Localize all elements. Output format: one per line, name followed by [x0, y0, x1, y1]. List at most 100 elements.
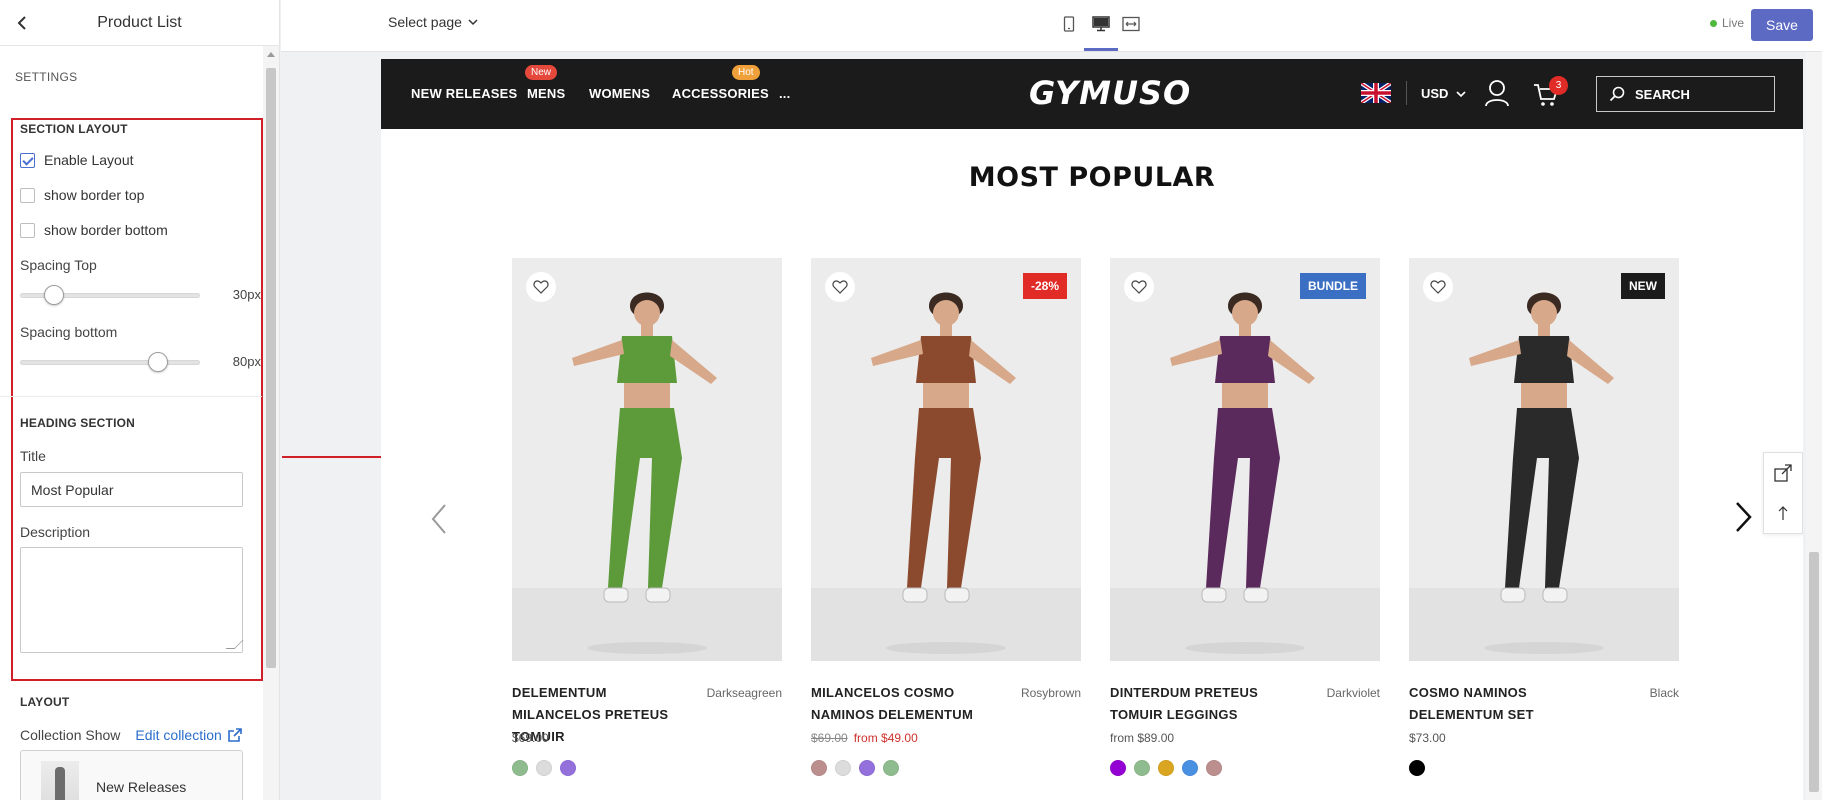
section-layout-heading: SECTION LAYOUT: [20, 122, 128, 136]
color-swatch[interactable]: [1110, 760, 1126, 776]
settings-panel: Product List SETTINGS SECTION LAYOUT Ena…: [0, 0, 280, 800]
color-swatch[interactable]: [859, 760, 875, 776]
product-card[interactable]: -28% MILANCELOS COSMO NAMINOS DELEMENTUM…: [811, 258, 1081, 776]
preview-scroll-thumb[interactable]: [1809, 552, 1819, 792]
preview-scrollbar[interactable]: [1806, 52, 1822, 800]
slider-thumb[interactable]: [148, 352, 168, 372]
currency-selector[interactable]: USD: [1421, 86, 1467, 101]
product-card[interactable]: NEW COSMO NAMINOS DELEMENTUM SET Black $…: [1409, 258, 1679, 776]
product-image[interactable]: -28%: [811, 258, 1081, 661]
color-swatch[interactable]: [512, 760, 528, 776]
product-title[interactable]: COSMO NAMINOS DELEMENTUM SET: [1409, 682, 1589, 726]
nav-item-more[interactable]: ...: [779, 86, 790, 101]
collection-card[interactable]: New Releases: [20, 750, 243, 800]
panel-header: Product List: [0, 0, 279, 46]
wishlist-heart-icon[interactable]: [1423, 272, 1453, 302]
color-swatch[interactable]: [536, 760, 552, 776]
edit-collection-link[interactable]: Edit collection: [135, 727, 242, 743]
title-input[interactable]: [20, 472, 243, 507]
select-page-dropdown[interactable]: Select page: [388, 14, 478, 30]
color-swatch[interactable]: [1206, 760, 1222, 776]
border-top-checkbox-row[interactable]: show border top: [20, 187, 144, 203]
back-arrow-icon[interactable]: [12, 13, 32, 33]
description-label: Description: [20, 524, 91, 540]
product-price: from $89.00: [1110, 731, 1174, 745]
fullwidth-icon[interactable]: [1121, 14, 1141, 34]
product-image[interactable]: NEW: [1409, 258, 1679, 661]
live-status: Live: [1710, 16, 1744, 30]
scroll-thumb[interactable]: [266, 68, 276, 668]
color-swatch[interactable]: [1409, 760, 1425, 776]
user-account-icon[interactable]: [1484, 79, 1510, 107]
uk-flag-icon[interactable]: [1361, 83, 1391, 103]
back-to-top-icon[interactable]: [1764, 493, 1802, 533]
edit-collection-label: Edit collection: [135, 727, 222, 743]
chevron-down-icon: [1456, 90, 1467, 97]
collection-thumbnail: [41, 761, 79, 800]
carousel-prev-arrow-icon[interactable]: [429, 499, 449, 539]
border-top-checkbox[interactable]: [20, 187, 35, 203]
floating-tools: [1763, 452, 1803, 534]
border-top-label: show border top: [44, 187, 145, 203]
panel-scrollbar[interactable]: [263, 46, 279, 800]
product-color-name: Black: [1649, 686, 1679, 700]
cart-count-badge: 3: [1549, 76, 1568, 95]
border-bottom-label: show border bottom: [44, 222, 168, 238]
wishlist-heart-icon[interactable]: [1124, 272, 1154, 302]
nav-item-womens[interactable]: WOMENS: [589, 86, 650, 101]
desktop-icon[interactable]: [1091, 14, 1111, 34]
store-search-box[interactable]: SEARCH: [1596, 76, 1775, 112]
slider-thumb[interactable]: [44, 285, 64, 305]
spacing-top-slider[interactable]: [20, 285, 200, 305]
color-swatches: [1409, 760, 1433, 776]
color-swatches: [1110, 760, 1230, 776]
enable-layout-checkbox-row[interactable]: Enable Layout: [20, 152, 134, 168]
wishlist-heart-icon[interactable]: [825, 272, 855, 302]
product-image[interactable]: BUNDLE: [1110, 258, 1380, 661]
product-image[interactable]: [512, 258, 782, 661]
spacing-top-label: Spacing Top: [20, 257, 97, 273]
panel-body: SETTINGS SECTION LAYOUT Enable Layout sh…: [0, 46, 279, 800]
wishlist-heart-icon[interactable]: [526, 272, 556, 302]
select-page-label: Select page: [388, 14, 462, 30]
currency-label: USD: [1421, 86, 1449, 101]
nav-item-mens[interactable]: MENS: [527, 86, 565, 101]
collection-name: New Releases: [96, 779, 187, 795]
border-bottom-checkbox-row[interactable]: show border bottom: [20, 222, 168, 238]
product-title[interactable]: MILANCELOS COSMO NAMINOS DELEMENTUM: [811, 682, 991, 726]
carousel-next-arrow-icon[interactable]: [1733, 497, 1755, 537]
color-swatch[interactable]: [1182, 760, 1198, 776]
scroll-up-arrow-icon[interactable]: [267, 52, 275, 57]
nav-item-new-releases[interactable]: NEW RELEASES: [411, 86, 517, 101]
border-bottom-checkbox[interactable]: [20, 222, 35, 238]
expand-icon[interactable]: [1764, 453, 1802, 493]
color-swatch[interactable]: [560, 760, 576, 776]
product-photo: [1110, 258, 1380, 661]
nav-item-accessories[interactable]: ACCESSORIES: [672, 86, 769, 101]
editor-topbar: Select page Live Save: [281, 0, 1822, 52]
enable-layout-checkbox[interactable]: [20, 152, 35, 168]
collection-show-row: Collection Show Edit collection: [20, 727, 242, 743]
color-swatch[interactable]: [811, 760, 827, 776]
spacing-bottom-slider[interactable]: [20, 352, 200, 372]
color-swatch[interactable]: [883, 760, 899, 776]
live-dot-icon: [1710, 19, 1717, 27]
store-header: NEW RELEASES MENS New WOMENS ACCESSORIES…: [381, 59, 1803, 129]
price: from $89.00: [1110, 731, 1175, 745]
nav-badge-hot: Hot: [732, 65, 760, 80]
product-card[interactable]: DELEMENTUM MILANCELOS PRETEUS TOMUIR Dar…: [512, 258, 782, 776]
product-badge: NEW: [1621, 273, 1665, 299]
product-photo: [1409, 258, 1679, 661]
product-color-name: Rosybrown: [1020, 686, 1081, 700]
product-card[interactable]: BUNDLE DINTERDUM PRETEUS TOMUIR LEGGINGS…: [1110, 258, 1380, 776]
old-price: $69.00: [811, 731, 848, 745]
mobile-icon[interactable]: [1059, 14, 1079, 34]
search-label: SEARCH: [1635, 86, 1690, 102]
color-swatch[interactable]: [1134, 760, 1150, 776]
description-textarea[interactable]: [20, 547, 243, 653]
color-swatch[interactable]: [835, 760, 851, 776]
color-swatch[interactable]: [1158, 760, 1174, 776]
store-logo[interactable]: GYMUSO: [1029, 74, 1191, 112]
product-title[interactable]: DINTERDUM PRETEUS TOMUIR LEGGINGS: [1110, 682, 1290, 726]
save-button[interactable]: Save: [1751, 9, 1813, 41]
